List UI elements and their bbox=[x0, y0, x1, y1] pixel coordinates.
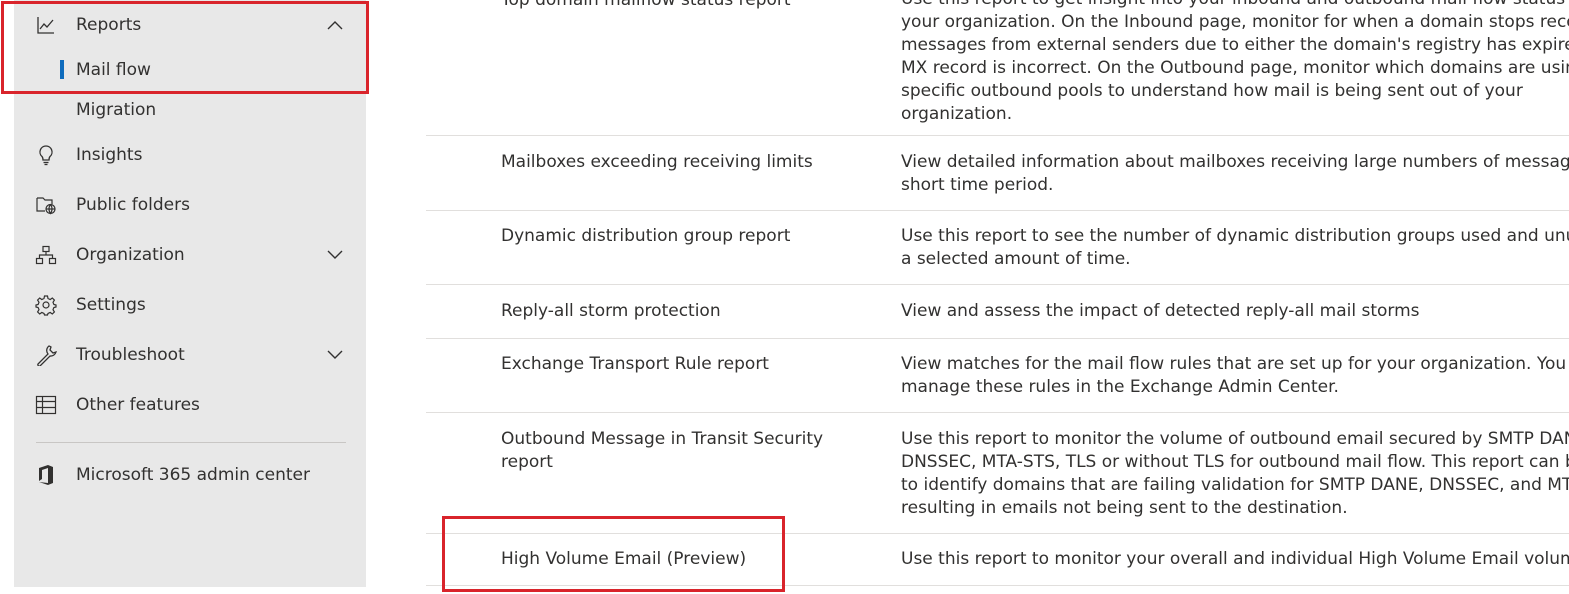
desc-line: View detailed information about mailboxe… bbox=[901, 152, 1569, 172]
report-name[interactable]: Outbound Message in Transit Security rep… bbox=[501, 428, 871, 474]
org-chart-icon bbox=[34, 243, 58, 267]
sidebar-item-m365-admin-center[interactable]: Microsoft 365 admin center bbox=[14, 455, 366, 495]
report-name[interactable]: Mailboxes exceeding receiving limits bbox=[501, 151, 871, 174]
report-name[interactable]: Top domain mailflow status report bbox=[501, 0, 871, 12]
report-description: View matches for the mail flow rules tha… bbox=[901, 353, 1569, 399]
chevron-up-icon[interactable] bbox=[324, 14, 346, 36]
sidebar-item-troubleshoot[interactable]: Troubleshoot bbox=[14, 335, 366, 375]
sidebar-item-other-features[interactable]: Other features bbox=[14, 385, 366, 425]
sidebar-item-label: Organization bbox=[76, 245, 185, 265]
sidebar-item-reports[interactable]: Reports bbox=[14, 5, 366, 45]
lightbulb-icon bbox=[34, 143, 58, 167]
desc-line: Use this report to monitor your overall … bbox=[901, 549, 1569, 569]
sidebar-item-label: Settings bbox=[76, 295, 146, 315]
desc-line: organization. bbox=[901, 104, 1013, 124]
desc-line: short time period. bbox=[901, 175, 1054, 195]
table-row[interactable]: Mailboxes exceeding receiving limits Vie… bbox=[426, 136, 1569, 211]
table-row[interactable]: Dynamic distribution group report Use th… bbox=[426, 211, 1569, 285]
sidebar-item-label: Microsoft 365 admin center bbox=[76, 465, 310, 485]
desc-line: Use this report to get insight into your… bbox=[901, 0, 1569, 9]
sidebar-nav: Reports Mail flow Migration Insights Pub… bbox=[14, 0, 366, 587]
folder-globe-icon bbox=[34, 193, 58, 217]
sidebar-item-label: Mail flow bbox=[76, 60, 151, 80]
report-name[interactable]: Exchange Transport Rule report bbox=[501, 353, 871, 376]
desc-line: View and assess the impact of detected r… bbox=[901, 301, 1420, 321]
report-name[interactable]: Reply-all storm protection bbox=[501, 300, 871, 323]
sidebar-item-public-folders[interactable]: Public folders bbox=[14, 185, 366, 225]
chevron-down-icon[interactable] bbox=[324, 344, 346, 366]
report-description: Use this report to monitor the volume of… bbox=[901, 428, 1569, 520]
report-description: Use this report to see the number of dyn… bbox=[901, 225, 1569, 271]
active-indicator bbox=[60, 60, 64, 79]
office-logo-icon bbox=[34, 463, 58, 487]
sidebar-item-label: Other features bbox=[76, 395, 200, 415]
desc-line: DNSSEC, MTA-STS, TLS or without TLS for … bbox=[901, 452, 1569, 472]
report-name[interactable]: Dynamic distribution group report bbox=[501, 225, 871, 248]
sidebar-item-insights[interactable]: Insights bbox=[14, 135, 366, 175]
report-description: Use this report to get insight into your… bbox=[901, 0, 1569, 126]
sidebar-item-settings[interactable]: Settings bbox=[14, 285, 366, 325]
sidebar-item-mail-flow[interactable]: Mail flow bbox=[14, 50, 366, 90]
desc-line: to identify domains that are failing val… bbox=[901, 475, 1569, 495]
desc-line: manage these rules in the Exchange Admin… bbox=[901, 377, 1339, 397]
sidebar-item-organization[interactable]: Organization bbox=[14, 235, 366, 275]
desc-line: messages from external senders due to ei… bbox=[901, 35, 1569, 55]
sidebar-item-label: Migration bbox=[76, 100, 157, 120]
desc-line: your organization. On the Inbound page, … bbox=[901, 12, 1569, 32]
report-description: View and assess the impact of detected r… bbox=[901, 300, 1569, 323]
table-row[interactable]: Top domain mailflow status report Use th… bbox=[426, 0, 1569, 136]
chevron-down-icon[interactable] bbox=[324, 244, 346, 266]
table-row[interactable]: Exchange Transport Rule report View matc… bbox=[426, 339, 1569, 413]
chart-line-icon bbox=[34, 13, 58, 37]
gear-icon bbox=[34, 293, 58, 317]
desc-line: resulting in emails not being sent to th… bbox=[901, 498, 1348, 518]
report-description: Use this report to monitor your overall … bbox=[901, 548, 1569, 571]
sidebar-item-label: Insights bbox=[76, 145, 143, 165]
table-icon bbox=[34, 393, 58, 417]
desc-line: Use this report to see the number of dyn… bbox=[901, 226, 1569, 246]
sidebar-divider bbox=[36, 442, 346, 443]
desc-line: specific outbound pools to understand ho… bbox=[901, 81, 1523, 101]
sidebar-item-label: Troubleshoot bbox=[76, 345, 185, 365]
report-name[interactable]: High Volume Email (Preview) bbox=[501, 548, 871, 571]
sidebar-item-migration[interactable]: Migration bbox=[14, 90, 366, 130]
table-row[interactable]: Reply-all storm protection View and asse… bbox=[426, 285, 1569, 339]
desc-line: MX record is incorrect. On the Outbound … bbox=[901, 58, 1569, 78]
desc-line: Use this report to monitor the volume of… bbox=[901, 429, 1569, 449]
desc-line: View matches for the mail flow rules tha… bbox=[901, 354, 1569, 374]
table-row[interactable]: Outbound Message in Transit Security rep… bbox=[426, 413, 1569, 534]
wrench-icon bbox=[34, 343, 58, 367]
sidebar-item-label: Public folders bbox=[76, 195, 190, 215]
desc-line: a selected amount of time. bbox=[901, 249, 1131, 269]
table-row[interactable]: High Volume Email (Preview) Use this rep… bbox=[426, 534, 1569, 586]
report-description: View detailed information about mailboxe… bbox=[901, 151, 1569, 197]
sidebar-item-label: Reports bbox=[76, 15, 142, 35]
